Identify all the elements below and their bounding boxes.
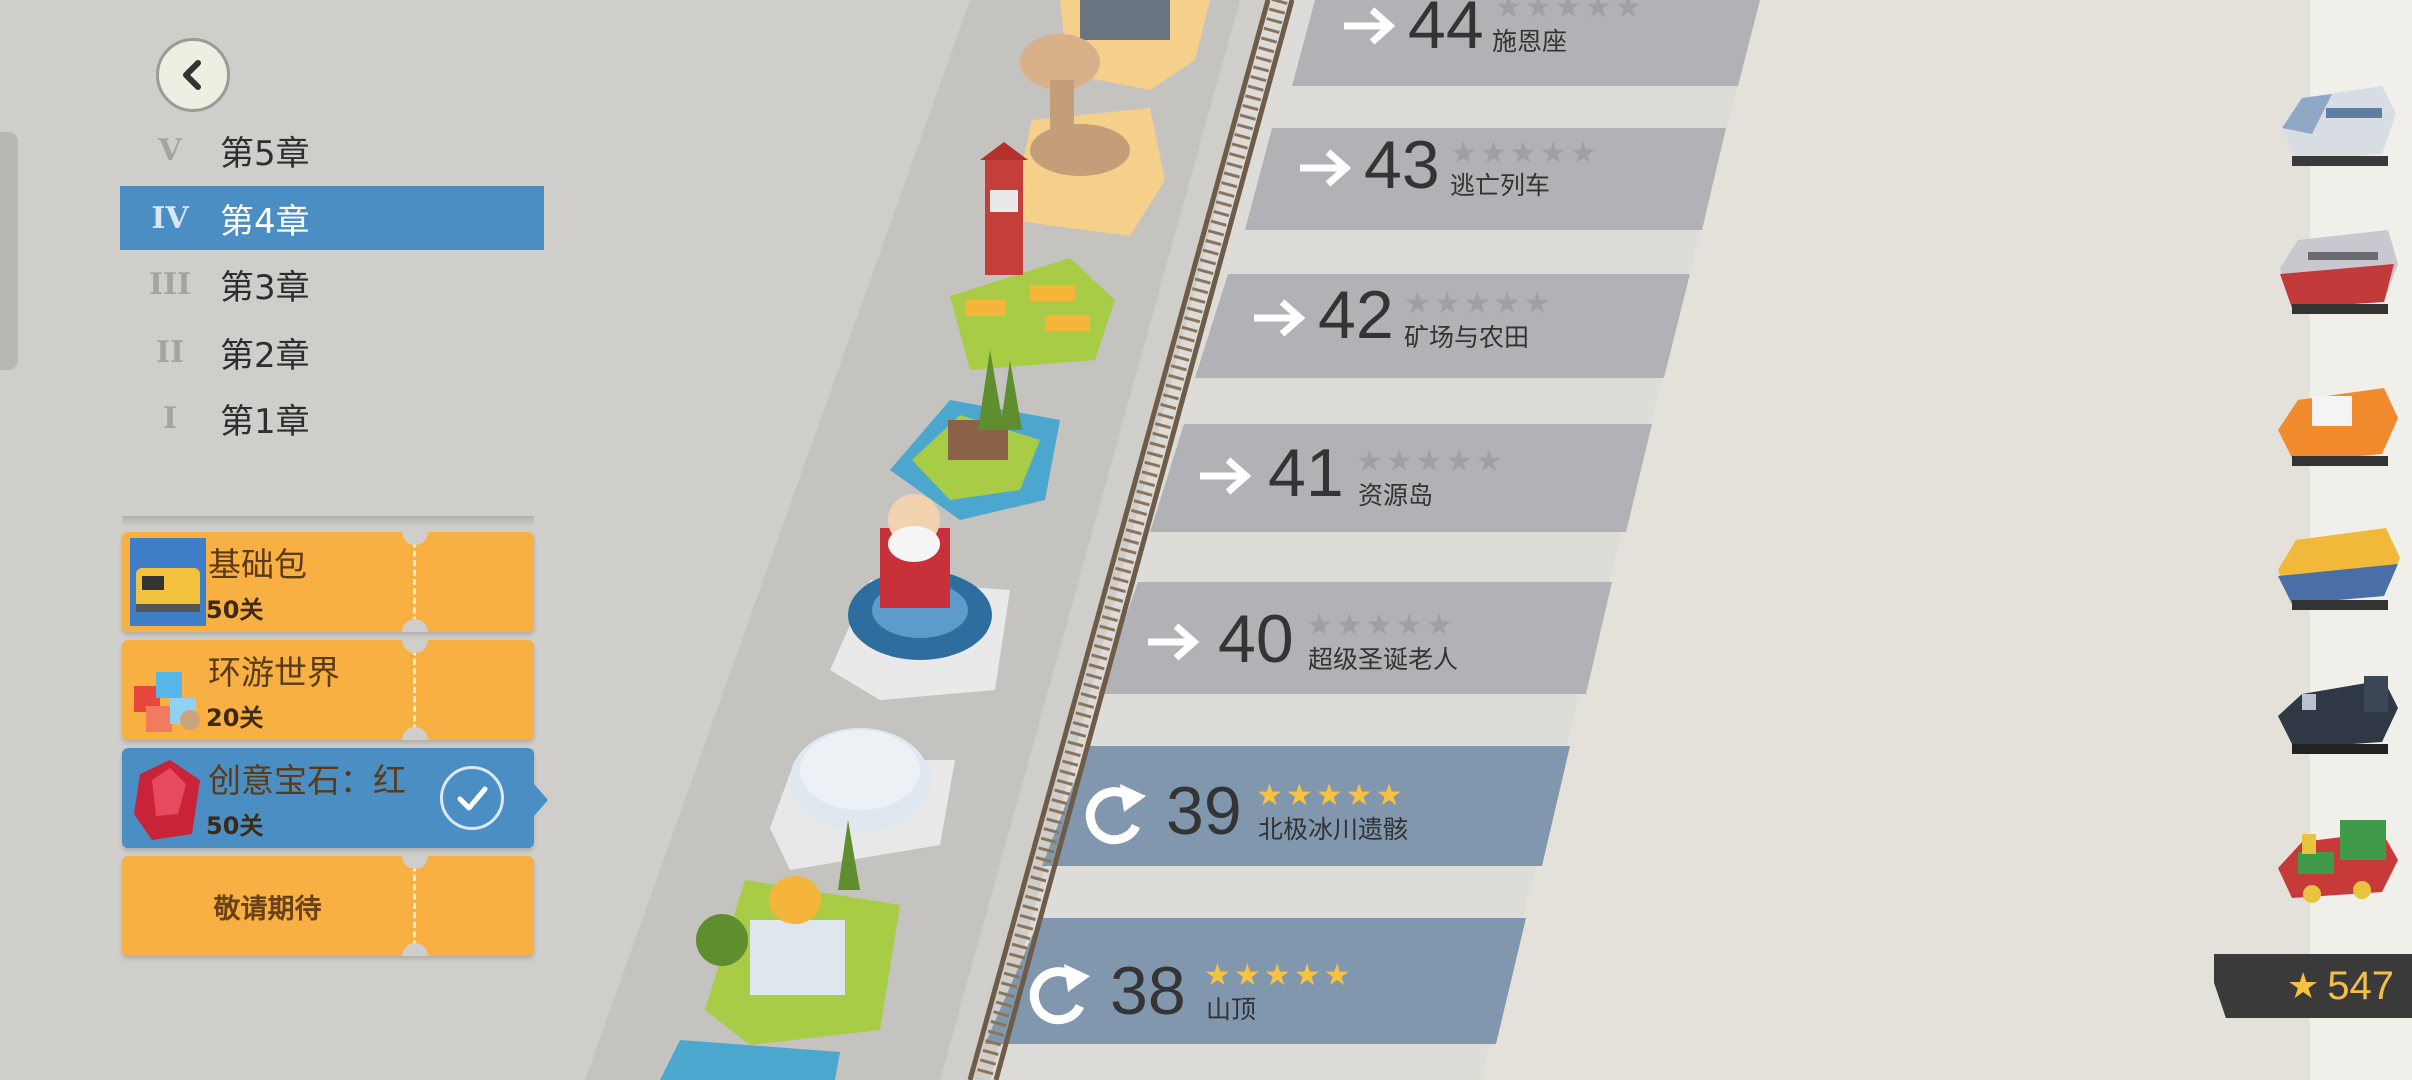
- chapter-numeral: IV: [151, 200, 189, 236]
- level-name-44: 施恩座: [1492, 27, 1568, 56]
- ticket-notch: [402, 532, 428, 545]
- selected-check-icon: [440, 766, 504, 830]
- level-39-stars: ★★★★★: [1256, 778, 1406, 813]
- chapter-numeral: III: [148, 266, 192, 302]
- ticket-divider: [413, 532, 416, 632]
- level-38-stars: ★★★★★: [1204, 958, 1354, 993]
- chapter-numeral: V: [158, 132, 182, 168]
- green-red-toy-train-icon[interactable]: [2272, 812, 2402, 908]
- ticket-notch: [402, 727, 428, 740]
- pack-name: 环游世界: [208, 653, 340, 692]
- level-name-40: 超级圣诞老人: [1308, 645, 1459, 674]
- arrow-right-icon: [1200, 457, 1252, 495]
- chapter-item-2[interactable]: II 第2章: [120, 320, 544, 384]
- arrow-right-icon: [1300, 149, 1352, 187]
- silver-bullet-train-icon[interactable]: [2272, 78, 2402, 174]
- replay-icon: [1029, 964, 1090, 1025]
- ticket-divider: [413, 856, 416, 956]
- chapter-label: 第4章: [220, 201, 310, 242]
- level-number-39[interactable]: 39: [1166, 772, 1242, 850]
- chapter-label: 第5章: [220, 133, 310, 174]
- level-name-41: 资源岛: [1358, 481, 1434, 510]
- ticket-notch: [402, 640, 428, 653]
- pack-list-divider: [122, 516, 534, 526]
- level-number-38[interactable]: 38: [1110, 952, 1186, 1030]
- level-40-stars: ★★★★★: [1306, 608, 1456, 643]
- total-stars-badge: ★ 547: [2214, 954, 2412, 1018]
- ticket-notch: [402, 619, 428, 632]
- yellow-diesel-train-icon[interactable]: [2272, 520, 2402, 616]
- orange-diesel-train-icon[interactable]: [2272, 378, 2402, 474]
- level-number-43[interactable]: 43: [1364, 126, 1440, 204]
- chapter-label: 第2章: [220, 335, 310, 376]
- chapter-label: 第3章: [220, 267, 310, 308]
- side-drawer-handle[interactable]: [0, 132, 18, 370]
- chapter-item-1[interactable]: I 第1章: [120, 386, 544, 450]
- level-name-43: 逃亡列车: [1450, 171, 1551, 200]
- selected-pack-pointer: [534, 784, 548, 816]
- pack-name: 基础包: [208, 545, 307, 584]
- arrow-right-icon: [1254, 299, 1306, 337]
- level-name-42: 矿场与农田: [1404, 323, 1530, 352]
- yellow-train-thumbnail-icon: [130, 538, 206, 626]
- level-number-41[interactable]: 41: [1268, 434, 1344, 512]
- pack-basic[interactable]: 基础包 50关: [122, 532, 534, 632]
- coming-soon-label: 敬请期待: [213, 893, 322, 925]
- level-41-stars: ★★★★★: [1356, 444, 1506, 479]
- total-stars-value: 547: [2327, 963, 2394, 1008]
- chapter-item-5[interactable]: V 第5章: [120, 118, 544, 182]
- chapter-item-4[interactable]: IV 第4章: [120, 186, 544, 250]
- pack-level-count: 50关: [206, 812, 264, 840]
- arrow-right-icon: [1344, 7, 1396, 45]
- red-gem-thumbnail-icon: [134, 760, 200, 840]
- pack-level-count: 20关: [206, 704, 264, 732]
- chevron-left-icon: [183, 60, 201, 90]
- red-electric-train-icon[interactable]: [2272, 224, 2402, 320]
- ticket-notch: [402, 943, 428, 956]
- ticket-divider: [413, 640, 416, 740]
- steam-locomotive-icon[interactable]: [2272, 664, 2402, 760]
- level-number-40[interactable]: 40: [1218, 600, 1294, 678]
- level-number-44[interactable]: 44: [1408, 0, 1484, 64]
- level-name-39: 北极冰川遗骸: [1258, 815, 1409, 844]
- level-name-38: 山顶: [1206, 995, 1257, 1024]
- pack-creative-gem-red[interactable]: 创意宝石：红 50关: [122, 748, 534, 848]
- pack-level-count: 50关: [206, 596, 264, 624]
- chapter-label: 第1章: [220, 401, 310, 442]
- back-button[interactable]: [156, 38, 230, 112]
- pack-coming-soon: 敬请期待: [122, 856, 534, 956]
- replay-icon: [1085, 784, 1146, 845]
- chapter-item-3[interactable]: III 第3章: [120, 252, 544, 316]
- blocks-globe-thumbnail-icon: [134, 672, 200, 732]
- pack-world-tour[interactable]: 环游世界 20关: [122, 640, 534, 740]
- chapter-numeral: II: [155, 334, 185, 370]
- chapter-numeral: I: [162, 400, 178, 436]
- arrow-right-icon: [1148, 623, 1200, 661]
- pack-name: 创意宝石：红: [208, 761, 406, 800]
- level-number-42[interactable]: 42: [1318, 276, 1394, 354]
- star-icon: ★: [2286, 965, 2320, 1007]
- level-42-stars: ★★★★★: [1404, 286, 1554, 321]
